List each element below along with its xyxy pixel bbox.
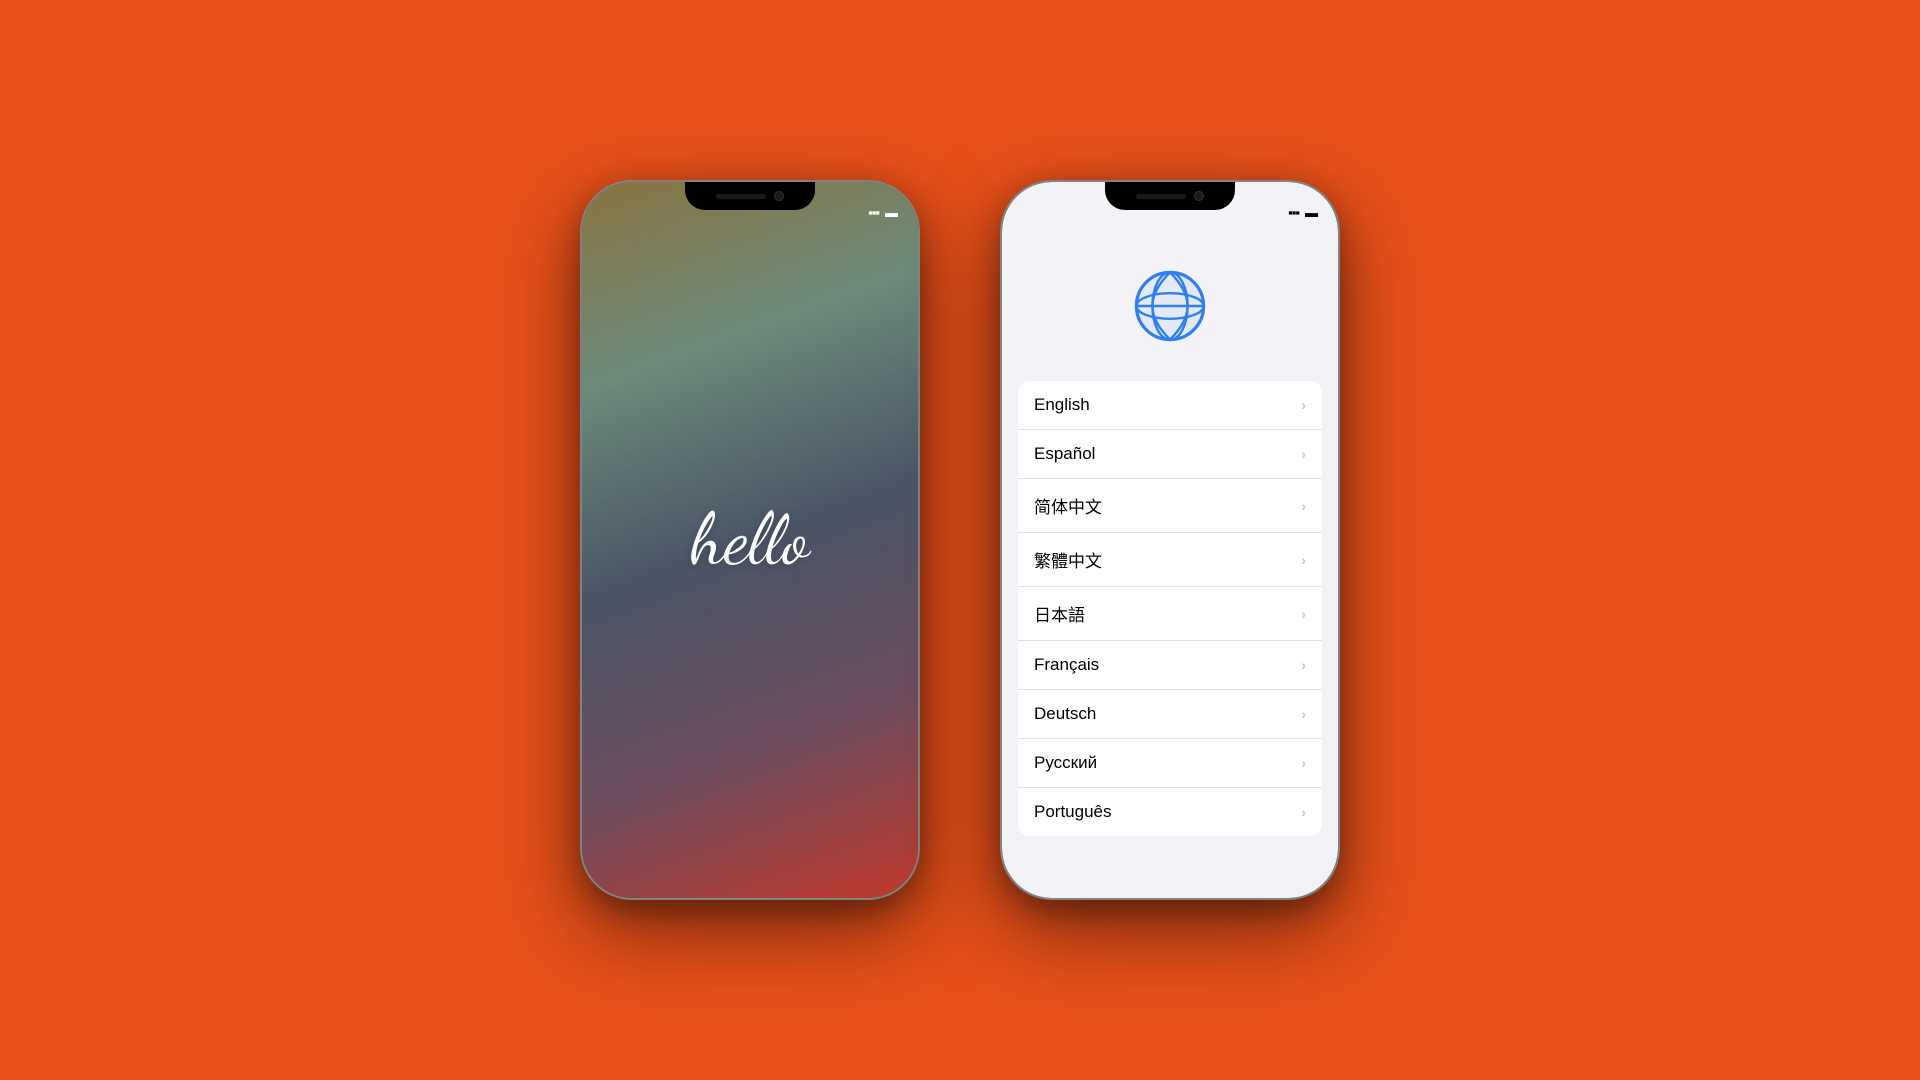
- chevron-icon: ›: [1301, 706, 1306, 722]
- hello-label: hello: [691, 497, 810, 583]
- list-item[interactable]: Português ›: [1018, 788, 1322, 836]
- language-name: 简体中文: [1034, 493, 1102, 518]
- language-name: Français: [1034, 655, 1099, 675]
- language-name: Português: [1034, 802, 1112, 822]
- globe-icon: [1130, 266, 1210, 346]
- list-item[interactable]: Français ›: [1018, 641, 1322, 690]
- language-name: Русский: [1034, 753, 1097, 773]
- list-item[interactable]: Русский ›: [1018, 739, 1322, 788]
- chevron-icon: ›: [1301, 552, 1306, 568]
- lang-content: English › Español › 简体中文 › 繁體中文 ›: [1002, 226, 1338, 898]
- camera: [1194, 191, 1204, 201]
- phone-hello: ▪▪▪ ▬ hello: [580, 180, 920, 900]
- language-list-inner: English › Español › 简体中文 › 繁體中文 ›: [1018, 381, 1322, 836]
- hello-screen: ▪▪▪ ▬ hello: [582, 182, 918, 898]
- language-name: 繁體中文: [1034, 547, 1102, 572]
- signal-icon: ▪▪▪: [1288, 205, 1299, 220]
- camera: [774, 191, 784, 201]
- signal-icon: ▪▪▪: [868, 205, 879, 220]
- list-item[interactable]: English ›: [1018, 381, 1322, 430]
- language-name: 日本語: [1034, 601, 1085, 626]
- chevron-icon: ›: [1301, 606, 1306, 622]
- list-item[interactable]: 简体中文 ›: [1018, 479, 1322, 533]
- list-item[interactable]: 日本語 ›: [1018, 587, 1322, 641]
- speaker: [1136, 194, 1186, 199]
- battery-icon: ▬: [885, 205, 898, 220]
- list-item[interactable]: Deutsch ›: [1018, 690, 1322, 739]
- chevron-icon: ›: [1301, 804, 1306, 820]
- lang-screen: ▪▪▪ ▬: [1002, 182, 1338, 898]
- list-item[interactable]: 繁體中文 ›: [1018, 533, 1322, 587]
- notch: [1105, 182, 1235, 210]
- language-list: English › Español › 简体中文 › 繁體中文 ›: [1002, 381, 1338, 836]
- list-item[interactable]: Español ›: [1018, 430, 1322, 479]
- phone-lang: ▪▪▪ ▬: [1000, 180, 1340, 900]
- chevron-icon: ›: [1301, 397, 1306, 413]
- language-name: Deutsch: [1034, 704, 1096, 724]
- speaker: [716, 194, 766, 199]
- chevron-icon: ›: [1301, 657, 1306, 673]
- chevron-icon: ›: [1301, 446, 1306, 462]
- globe-container: [1130, 266, 1210, 351]
- notch: [685, 182, 815, 210]
- chevron-icon: ›: [1301, 498, 1306, 514]
- language-name: Español: [1034, 444, 1095, 464]
- battery-icon: ▬: [1305, 205, 1318, 220]
- language-name: English: [1034, 395, 1090, 415]
- chevron-icon: ›: [1301, 755, 1306, 771]
